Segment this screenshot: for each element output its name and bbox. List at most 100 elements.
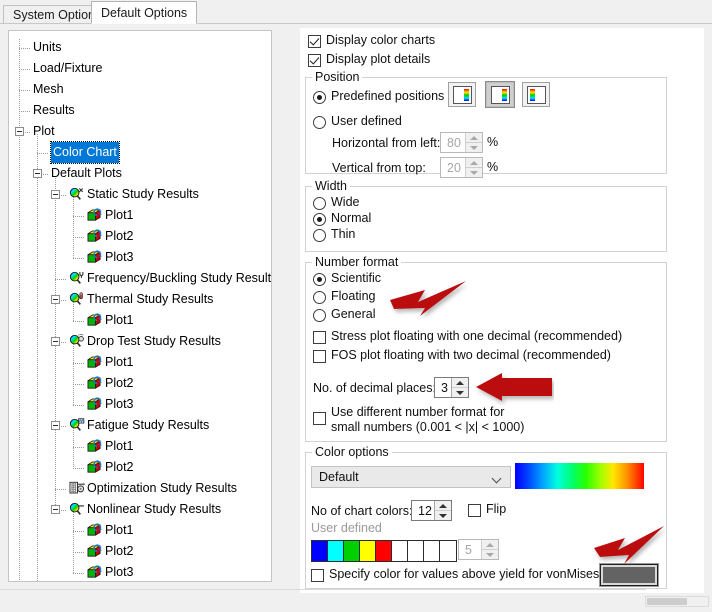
- tree-item[interactable]: Plot1: [9, 520, 271, 541]
- color-swatch[interactable]: [424, 541, 440, 561]
- vonmises-color-button[interactable]: [600, 564, 658, 586]
- user-defined-color-swatches[interactable]: [311, 540, 457, 562]
- tree-expander-collapse-icon[interactable]: [51, 337, 60, 346]
- decimal-places-spinner[interactable]: 3: [434, 377, 469, 398]
- flip-label: Flip: [486, 502, 507, 516]
- tree-item[interactable]: Plot2: [9, 226, 271, 247]
- tab-default-options[interactable]: Default Options: [91, 1, 198, 24]
- tree-item[interactable]: Frequency/Buckling Study Results: [9, 268, 271, 289]
- flip-checkbox[interactable]: [468, 504, 481, 517]
- color-swatch[interactable]: [392, 541, 408, 561]
- study-nonlinear-icon: [69, 502, 85, 517]
- tree-item[interactable]: Plot2: [9, 541, 271, 562]
- tree-item[interactable]: Nonlinear Study Results: [9, 499, 271, 520]
- tree-item[interactable]: Plot3: [9, 562, 271, 581]
- tree-item[interactable]: Load/Fixture: [9, 58, 271, 79]
- tree-item[interactable]: Plot2: [9, 373, 271, 394]
- plot-icon: [87, 250, 102, 265]
- number-format-floating-radio[interactable]: [313, 291, 326, 304]
- tree-item-label: Default Plots: [51, 166, 122, 180]
- width-thin-radio[interactable]: [313, 229, 326, 242]
- decimal-places-spin-down[interactable]: [452, 388, 468, 397]
- tree-expander-collapse-icon[interactable]: [51, 190, 60, 199]
- tree-item-label: Plot1: [105, 355, 134, 369]
- tree-item[interactable]: Plot2: [9, 457, 271, 478]
- user-defined-count-value: 5: [465, 542, 472, 557]
- position-center-button[interactable]: [485, 81, 515, 108]
- vertical-spin-up[interactable]: [466, 158, 482, 168]
- tree-item-label: Plot: [33, 124, 55, 138]
- width-normal-radio[interactable]: [313, 213, 326, 226]
- position-left-button[interactable]: [448, 82, 476, 107]
- tree-item[interactable]: Drop Test Study Results: [9, 331, 271, 352]
- color-swatch[interactable]: [376, 541, 392, 561]
- tree-item[interactable]: Optimization Study Results: [9, 478, 271, 499]
- tree-item[interactable]: Plot3: [9, 247, 271, 268]
- tree-item[interactable]: Static Study Results: [9, 184, 271, 205]
- color-swatch[interactable]: [312, 541, 328, 561]
- number-format-scientific-radio[interactable]: [313, 273, 326, 286]
- width-wide-label: Wide: [331, 195, 360, 209]
- options-tree-pane[interactable]: Units Load/Fixture Mesh Results Plot Color Ch…: [8, 30, 272, 582]
- color-preset-combobox[interactable]: Default: [311, 466, 511, 488]
- number-format-general-radio[interactable]: [313, 309, 326, 322]
- tree-item[interactable]: Plot1: [9, 205, 271, 226]
- decimal-places-spin-up[interactable]: [452, 378, 468, 388]
- tree-item[interactable]: Default Plots: [9, 163, 271, 184]
- tree-item-label: Plot2: [105, 376, 134, 390]
- horizontal-from-left-spinner[interactable]: 80: [440, 132, 483, 153]
- color-swatch[interactable]: [360, 541, 376, 561]
- tree-item[interactable]: Plot1: [9, 352, 271, 373]
- chart-colors-spin-up[interactable]: [435, 501, 451, 511]
- vonmises-above-yield-checkbox[interactable]: [311, 569, 324, 582]
- fos-plot-two-decimal-checkbox[interactable]: [313, 350, 326, 363]
- vonmises-above-yield-label: Specify color for values above yield for…: [329, 567, 623, 581]
- tree-item[interactable]: Results: [9, 100, 271, 121]
- options-dialog: System Options Default Options Units Load…: [0, 0, 712, 612]
- display-color-charts-checkbox[interactable]: [308, 35, 321, 48]
- color-swatch[interactable]: [344, 541, 360, 561]
- user-defined-spin-down[interactable]: [482, 550, 498, 559]
- predefined-positions-radio[interactable]: [313, 91, 326, 104]
- user-defined-position-radio[interactable]: [313, 116, 326, 129]
- color-swatch[interactable]: [408, 541, 424, 561]
- tree-item-label: Plot3: [105, 565, 134, 579]
- tree-expander-collapse-icon[interactable]: [15, 127, 24, 136]
- decimal-places-label: No. of decimal places:: [313, 381, 436, 395]
- small-numbers-format-checkbox[interactable]: [313, 412, 326, 425]
- horizontal-spin-down[interactable]: [466, 143, 482, 152]
- width-wide-radio[interactable]: [313, 197, 326, 210]
- tree-expander-collapse-icon[interactable]: [51, 295, 60, 304]
- tree-item[interactable]: Plot1: [9, 436, 271, 457]
- vertical-from-top-spinner[interactable]: 20: [440, 157, 483, 178]
- display-color-charts-label: Display color charts: [326, 33, 436, 47]
- tree-item-label: Optimization Study Results: [87, 481, 238, 495]
- tree-item-label: Plot3: [105, 397, 134, 411]
- chart-colors-label: No of chart colors:: [311, 504, 413, 518]
- tree-item[interactable]: Plot3: [9, 394, 271, 415]
- chart-colors-spin-down[interactable]: [435, 511, 451, 520]
- user-defined-colors-label: User defined: [311, 521, 382, 535]
- tree-item[interactable]: Plot1: [9, 310, 271, 331]
- tree-item[interactable]: Fatigue Study Results: [9, 415, 271, 436]
- tree-item[interactable]: Plot: [9, 121, 271, 142]
- chart-colors-spinner[interactable]: 12: [411, 500, 452, 521]
- plot-icon: [87, 397, 102, 412]
- tree-expander-collapse-icon[interactable]: [51, 505, 60, 514]
- stress-plot-one-decimal-checkbox[interactable]: [313, 331, 326, 344]
- tree-expander-collapse-icon[interactable]: [51, 421, 60, 430]
- horizontal-spin-up[interactable]: [466, 133, 482, 143]
- tree-item[interactable]: Units: [9, 37, 271, 58]
- vertical-spin-down[interactable]: [466, 168, 482, 177]
- position-right-button[interactable]: [522, 82, 550, 107]
- tree-expander-collapse-icon[interactable]: [33, 169, 42, 178]
- tree-item-selected[interactable]: Color Chart: [9, 141, 271, 164]
- color-swatch[interactable]: [328, 541, 344, 561]
- tree-item[interactable]: Thermal Study Results: [9, 289, 271, 310]
- color-swatch[interactable]: [440, 541, 456, 561]
- user-defined-spin-up[interactable]: [482, 540, 498, 550]
- horizontal-scrollbar[interactable]: [645, 596, 709, 607]
- user-defined-count-spinner[interactable]: 5: [458, 539, 499, 560]
- display-plot-details-checkbox[interactable]: [308, 54, 321, 67]
- tree-item[interactable]: Mesh: [9, 79, 271, 100]
